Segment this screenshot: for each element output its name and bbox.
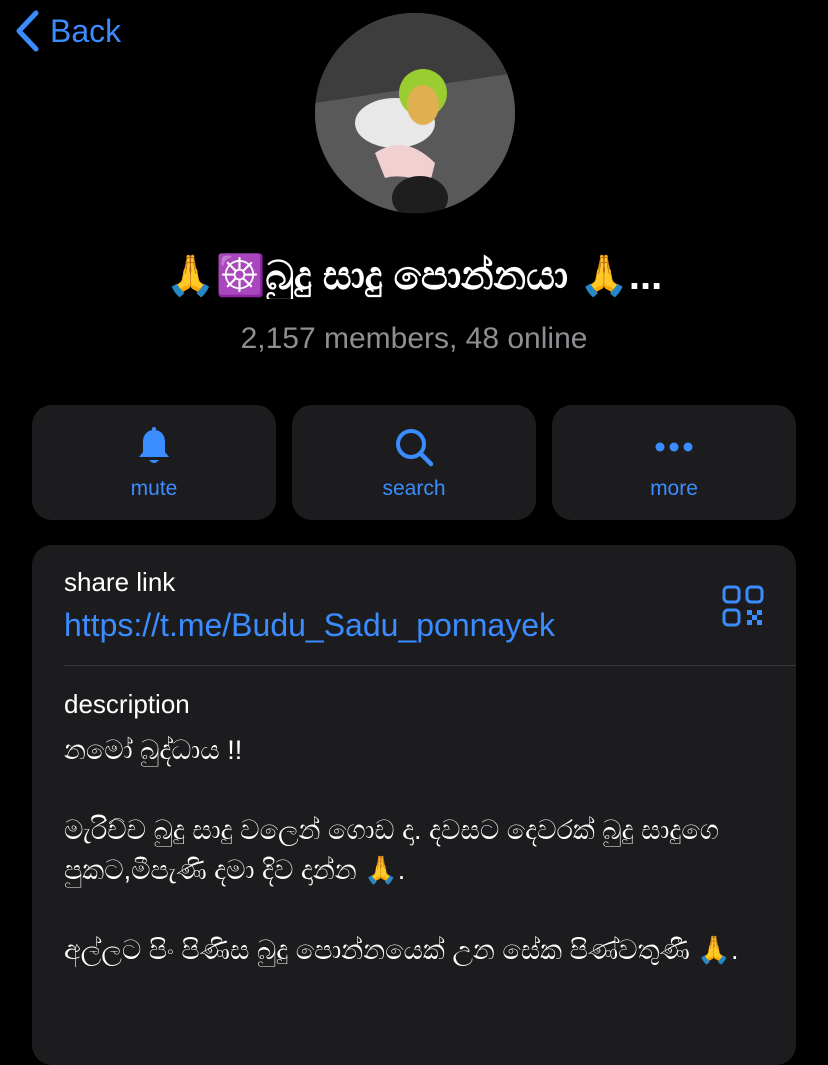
divider	[64, 665, 796, 666]
more-label: more	[650, 476, 698, 500]
search-button[interactable]: search	[292, 405, 536, 520]
more-icon	[655, 442, 693, 451]
description-text: නමෝ බුද්ධාය !! මැරිච්ච බුදු සාදු වලෙන් ග…	[64, 730, 764, 1010]
info-card: share link https://t.me/Budu_Sadu_ponnay…	[32, 545, 796, 1065]
group-avatar[interactable]	[315, 13, 515, 213]
share-link[interactable]: https://t.me/Budu_Sadu_ponnayek	[64, 607, 555, 644]
description-paragraph: මැරිච්ච බුදු සාදු වලෙන් ගොඩ දා. දවසට දෙව…	[64, 815, 720, 885]
description-label: description	[64, 689, 190, 719]
qr-code-icon[interactable]	[722, 585, 764, 627]
action-bar: mute search more	[32, 405, 796, 520]
avatar-image	[315, 13, 515, 213]
back-label: Back	[50, 12, 122, 49]
search-icon	[396, 428, 434, 466]
bell-icon	[139, 426, 169, 463]
description-paragraph: නමෝ බුද්ධාය !!	[64, 735, 243, 765]
search-label: search	[382, 476, 446, 500]
chevron-left-icon	[16, 10, 39, 52]
share-link-label: share link	[64, 567, 176, 597]
description-paragraph: අල්ලට පිං පිණිස බුදු පොන්නයෙක් උන සේක පි…	[64, 935, 739, 965]
member-count: 2,157 members, 48 online	[240, 322, 588, 355]
back-button[interactable]: Back	[14, 10, 121, 52]
mute-label: mute	[130, 476, 178, 500]
mute-button[interactable]: mute	[32, 405, 276, 520]
group-title: 🙏☸️බුදු සාදු පොන්නයා 🙏...	[165, 254, 663, 298]
more-button[interactable]: more	[552, 405, 796, 520]
